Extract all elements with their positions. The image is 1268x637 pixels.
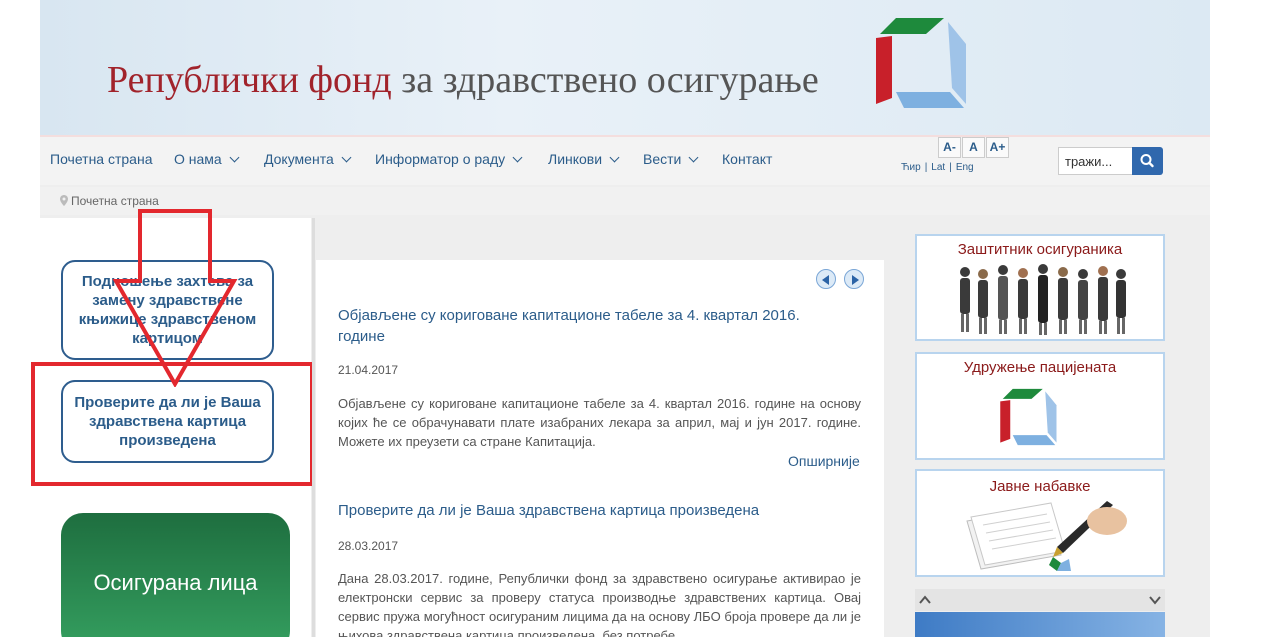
widget-title: Заштитник осигураника	[957, 241, 1123, 258]
column-divider	[312, 218, 315, 637]
widget-scroller	[915, 589, 1165, 611]
nav-item-home[interactable]: Почетна страна	[50, 151, 152, 167]
search-icon	[1140, 154, 1154, 168]
card-label: Осигурана лица	[93, 570, 258, 595]
widget-banner-partial[interactable]	[915, 612, 1165, 637]
language-switcher: Ћир | Lat | Eng	[899, 162, 976, 173]
widget-public-procurement[interactable]: Јавне набавке	[915, 469, 1165, 577]
nav-item-label: Линкови	[548, 151, 603, 167]
breadcrumb-current[interactable]: Почетна страна	[71, 194, 159, 208]
read-more-link[interactable]: Опширније	[788, 453, 860, 469]
down-arrow-annotation-icon	[112, 209, 238, 387]
news-date-2: 28.03.2017	[338, 539, 399, 553]
lang-cyrillic[interactable]: Ћир	[901, 162, 921, 173]
news-next-button[interactable]	[844, 269, 864, 289]
nav-item-label: Контакт	[722, 151, 773, 167]
news-body-1: Објављене су кориговане капитационе табе…	[338, 396, 861, 449]
chevron-down-icon	[609, 152, 620, 163]
card-insured-persons[interactable]: Осигурана лица	[61, 513, 290, 637]
widget-title: Удружење пацијената	[963, 359, 1117, 376]
site-title-part2: за здравствено осигурање	[401, 59, 819, 101]
lang-english[interactable]: Eng	[956, 162, 974, 173]
lang-separator: |	[949, 162, 952, 173]
nav-item-about[interactable]: О нама	[174, 151, 240, 167]
font-decrease-button[interactable]: A-	[938, 137, 961, 158]
people-group-icon	[960, 264, 1126, 335]
nav-item-label: Вести	[643, 151, 682, 167]
rfzo-logo-icon[interactable]	[874, 16, 970, 110]
header-banner: Републички фонд за здравствено осигурање	[40, 0, 1210, 135]
lang-latin[interactable]: Lat	[931, 162, 945, 173]
chevron-down-icon	[341, 152, 352, 163]
page: Републички фонд за здравствено осигурање…	[0, 0, 1268, 637]
nav-item-news[interactable]: Вести	[643, 151, 699, 167]
nav-item-label: О нама	[174, 151, 222, 167]
nav-item-informator[interactable]: Информатор о раду	[375, 151, 523, 167]
nav-item-documents[interactable]: Документа	[264, 151, 352, 167]
site-title[interactable]: Републички фонд за здравствено осигурање	[107, 58, 819, 102]
nav-item-contact[interactable]: Контакт	[722, 151, 772, 167]
news-date-1: 21.04.2017	[338, 363, 399, 377]
nav-item-links[interactable]: Линкови	[548, 151, 620, 167]
font-increase-button[interactable]: A+	[986, 137, 1009, 158]
lang-separator: |	[924, 162, 928, 173]
news-title-1[interactable]: Објављене су кориговане капитационе табе…	[338, 305, 838, 347]
chevron-up-icon[interactable]	[917, 593, 933, 607]
search-input[interactable]	[1058, 147, 1133, 175]
map-pin-icon	[60, 195, 68, 206]
nav-item-label: Документа	[264, 151, 334, 167]
rfzo-logo-icon	[1000, 388, 1057, 446]
site-title-part1: Републички фонд	[107, 59, 392, 101]
chevron-down-icon	[229, 152, 240, 163]
font-reset-button[interactable]: A	[962, 137, 985, 158]
news-prev-button[interactable]	[816, 269, 836, 289]
documents-pen-icon	[966, 501, 1127, 571]
chevron-down-icon	[512, 152, 523, 163]
widget-ombudsman[interactable]: Заштитник осигураника	[915, 234, 1165, 341]
search-button[interactable]	[1132, 147, 1163, 175]
chevron-down-icon[interactable]	[1147, 593, 1163, 607]
news-title-2[interactable]: Проверите да ли је Ваша здравствена карт…	[338, 500, 838, 521]
widget-patients-association[interactable]: Удружење пацијената	[915, 352, 1165, 460]
nav-item-label: Информатор о раду	[375, 151, 506, 167]
chevron-down-icon	[688, 152, 699, 163]
nav-item-label: Почетна страна	[50, 151, 153, 167]
news-body-2: Дана 28.03.2017. године, Републички фонд…	[338, 571, 861, 637]
